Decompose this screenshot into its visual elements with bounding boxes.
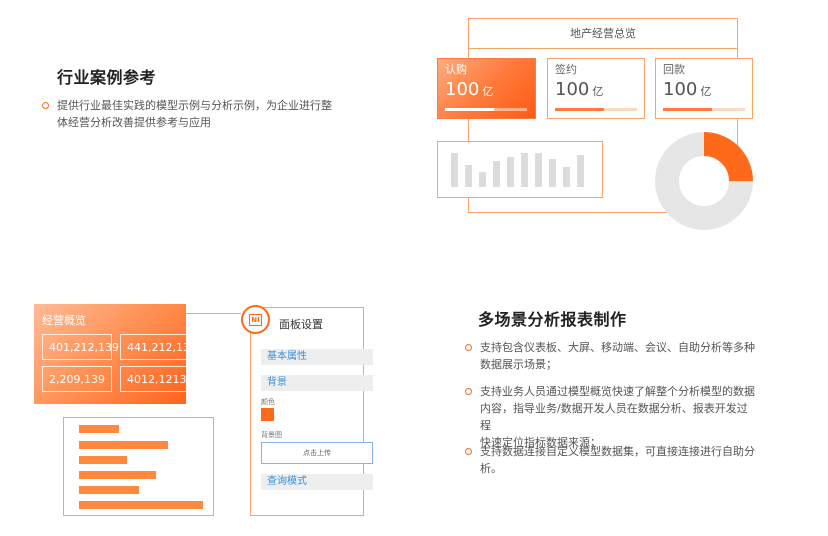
bullet-text-line: 支持数据连接自定义模型数据集，可直接连接进行自助分 (480, 445, 755, 458)
chart-bar (465, 165, 472, 187)
chart-bar (549, 159, 556, 187)
settings-panel: 面板设置 基本属性 背景 颜色 背景图 点击上传 查询模式 (250, 307, 373, 516)
settings-title: 面板设置 (279, 318, 323, 331)
dashboard-title: 地产经营总览 (468, 18, 738, 49)
bullet-text-line: 提供行业最佳实践的模型示例与分析示例，为企业进行整 (57, 99, 332, 112)
kpi-value: 100 亿 (445, 78, 528, 104)
settings-background[interactable]: 背景 (261, 375, 373, 391)
chart-bar (521, 153, 528, 187)
kpi-label: 签约 (555, 63, 577, 76)
color-label: 颜色 (261, 398, 275, 406)
connector-line (185, 313, 241, 314)
bar-list-card (63, 417, 214, 516)
kpi-card-contract[interactable]: 签约 100 亿 (547, 58, 645, 119)
settings-badge: NI (241, 305, 270, 334)
chart-bar (493, 161, 500, 187)
color-swatch[interactable] (261, 408, 274, 421)
kpi-progress-fill (445, 108, 495, 111)
overview-metric: 4012,12139 (120, 366, 193, 392)
overview-title: 经营概览 (42, 314, 86, 327)
horizontal-bar (79, 471, 156, 479)
bullet-multi-scenario-3: 支持数据连接自定义模型数据集，可直接连接进行自助分 析。 (465, 443, 755, 477)
bullet-text-line: 数据展示场景； (480, 358, 557, 371)
kpi-value-number: 100 (663, 79, 698, 100)
kpi-value: 100 亿 (663, 78, 745, 104)
overview-card: 经营概览 401,212,139 441,212,139 2,209,139 4… (34, 304, 197, 404)
kpi-value: 100 亿 (555, 78, 637, 104)
bullet-text-line: 析。 (480, 462, 502, 475)
chart-bar (577, 155, 584, 187)
bullet-text-line: 体经营分析改善提供参考与应用 (57, 116, 211, 129)
bullet-dot-icon (465, 388, 472, 395)
bullet-text-line: 支持包含仪表板、大屏、移动端、会议、自助分析等多种 (480, 341, 755, 354)
upload-button[interactable]: 点击上传 (261, 442, 373, 464)
horizontal-bar (79, 501, 203, 509)
chart-bar (563, 167, 570, 187)
overview-metric: 2,209,139 (42, 366, 112, 392)
kpi-progress-bar (663, 108, 745, 111)
donut-chart (655, 132, 753, 230)
section-title-multi-scenario: 多场景分析报表制作 (478, 310, 627, 329)
kpi-card-payment[interactable]: 回款 100 亿 (655, 58, 753, 119)
kpi-progress-fill (555, 108, 605, 111)
chart-bar (451, 153, 458, 187)
chart-bar (479, 172, 486, 187)
settings-query-mode[interactable]: 查询模式 (261, 474, 373, 490)
kpi-progress-bar (555, 108, 637, 111)
horizontal-bar (79, 486, 139, 494)
settings-basic-properties[interactable]: 基本属性 (261, 349, 373, 365)
bullet-multi-scenario-1: 支持包含仪表板、大屏、移动端、会议、自助分析等多种 数据展示场景； (465, 339, 755, 373)
bullet-dot-icon (465, 344, 472, 351)
overview-metric: 441,212,139 (120, 334, 197, 360)
bullet-text-line: 内容，指导业务/数据开发人员在数据分析、报表开发过程 (480, 402, 748, 432)
kpi-label: 回款 (663, 63, 685, 76)
kpi-unit: 亿 (592, 85, 604, 98)
kpi-unit: 亿 (482, 85, 494, 98)
bar-chart-card (437, 141, 603, 198)
kpi-card-subscribe[interactable]: 认购 100 亿 (437, 58, 536, 119)
bullet-dot-icon (465, 448, 472, 455)
bullet-industry-cases: 提供行业最佳实践的模型示例与分析示例，为企业进行整 体经营分析改善提供参考与应用 (42, 97, 332, 131)
chart-bar (507, 157, 514, 187)
horizontal-bar (79, 425, 119, 433)
kpi-value-number: 100 (445, 79, 480, 100)
horizontal-bar (79, 456, 127, 464)
kpi-progress-fill (663, 108, 713, 111)
background-image-label: 背景图 (261, 431, 282, 439)
kpi-progress-bar (445, 108, 527, 111)
bullet-text-line: 支持业务人员通过模型概览快速了解整个分析模型的数据 (480, 385, 755, 398)
kpi-value-number: 100 (555, 79, 590, 100)
overview-metric: 401,212,139 (42, 334, 119, 360)
bullet-multi-scenario-2: 支持业务人员通过模型概览快速了解整个分析模型的数据 内容，指导业务/数据开发人员… (465, 383, 755, 451)
section-title-industry-cases: 行业案例参考 (57, 68, 157, 87)
bullet-dot-icon (42, 102, 49, 109)
kpi-unit: 亿 (700, 85, 712, 98)
chart-bar (535, 153, 542, 187)
settings-badge-icon: NI (249, 313, 262, 326)
horizontal-bar (79, 441, 168, 449)
kpi-label: 认购 (445, 63, 467, 76)
